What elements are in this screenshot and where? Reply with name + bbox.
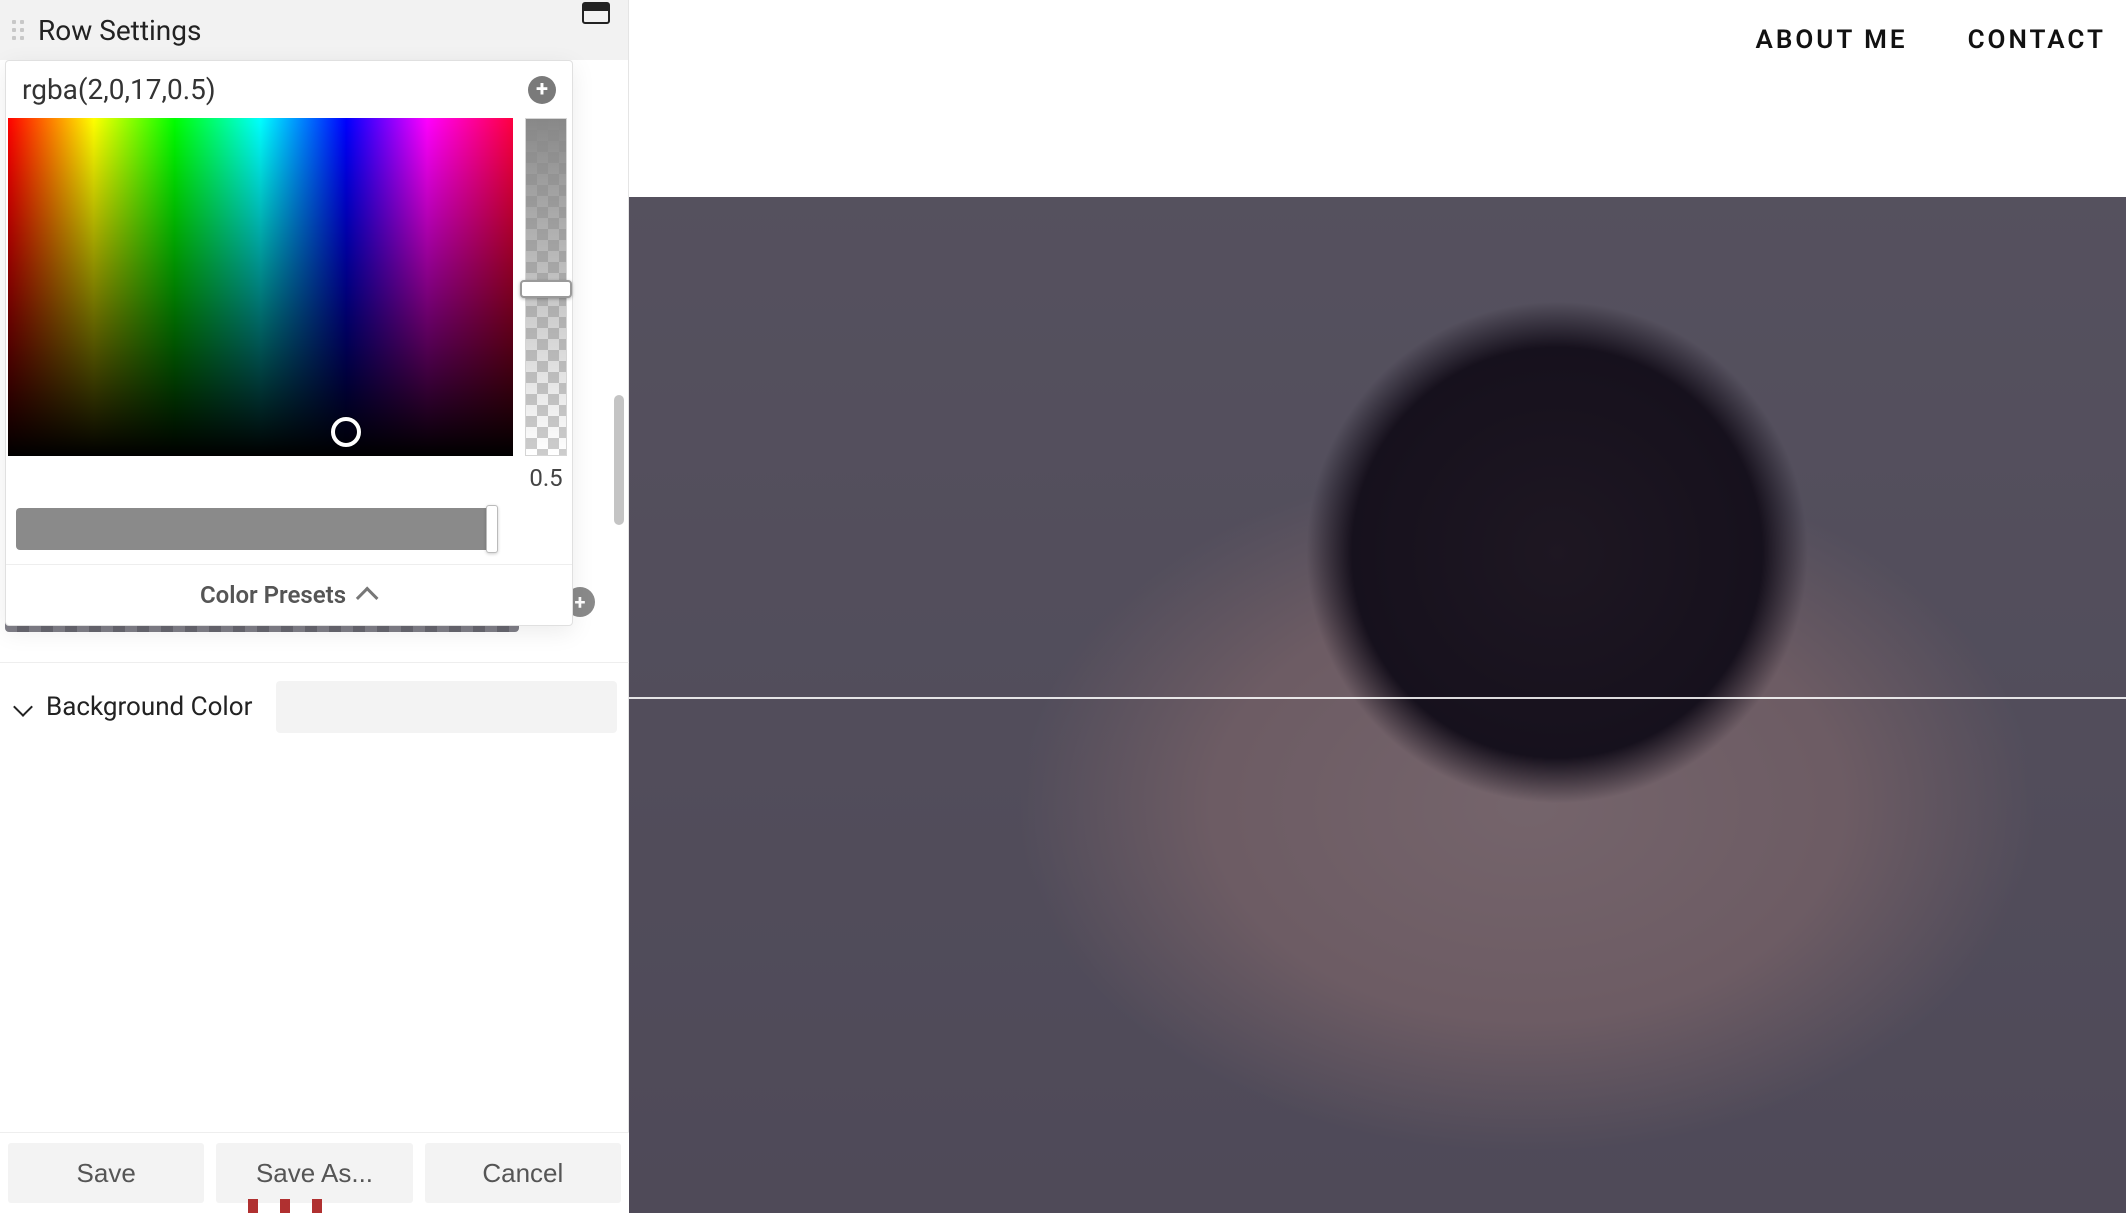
alpha-value-text: 0.5	[529, 464, 562, 492]
top-nav: ABOUT ME CONTACT	[1755, 0, 2126, 80]
color-spectrum[interactable]	[8, 118, 513, 456]
background-color-field[interactable]	[276, 681, 617, 733]
drag-handle-icon[interactable]	[12, 20, 24, 40]
plus-icon: +	[536, 79, 548, 101]
saturation-slider[interactable]	[16, 508, 496, 550]
color-presets-label: Color Presets	[200, 581, 346, 609]
save-button[interactable]: Save	[8, 1143, 204, 1203]
window-icon[interactable]	[582, 2, 610, 24]
chevron-down-icon	[13, 697, 33, 717]
color-value-text[interactable]: rgba(2,0,17,0.5)	[22, 73, 216, 106]
settings-panel: Row Settings rgba(2,0,17,0.5) + 0.5	[0, 0, 629, 1213]
section-title: Background Color	[46, 692, 252, 722]
preview-divider-line	[629, 697, 2126, 699]
alpha-slider[interactable]	[525, 118, 567, 456]
panel-title: Row Settings	[38, 14, 201, 47]
plus-icon: +	[575, 590, 586, 614]
background-color-section[interactable]: Background Color	[0, 662, 629, 751]
panel-header[interactable]: Row Settings	[0, 0, 628, 60]
color-picker-popover: rgba(2,0,17,0.5) + 0.5	[5, 60, 573, 626]
preview-color-overlay	[629, 197, 2126, 1213]
red-marks	[248, 1199, 322, 1213]
color-presets-toggle[interactable]: Color Presets	[6, 564, 572, 625]
saturation-handle[interactable]	[486, 505, 498, 553]
nav-contact-link[interactable]: CONTACT	[1968, 25, 2106, 55]
save-as-button[interactable]: Save As...	[216, 1143, 412, 1203]
add-color-button[interactable]: +	[528, 76, 556, 104]
chevron-up-icon	[356, 587, 379, 610]
page-preview	[629, 197, 2126, 1213]
panel-scrollbar[interactable]	[614, 395, 624, 525]
spectrum-cursor[interactable]	[331, 417, 361, 447]
color-picker-header: rgba(2,0,17,0.5) +	[6, 61, 572, 118]
alpha-handle[interactable]	[520, 280, 572, 298]
nav-about-link[interactable]: ABOUT ME	[1755, 25, 1907, 55]
cancel-button[interactable]: Cancel	[425, 1143, 621, 1203]
